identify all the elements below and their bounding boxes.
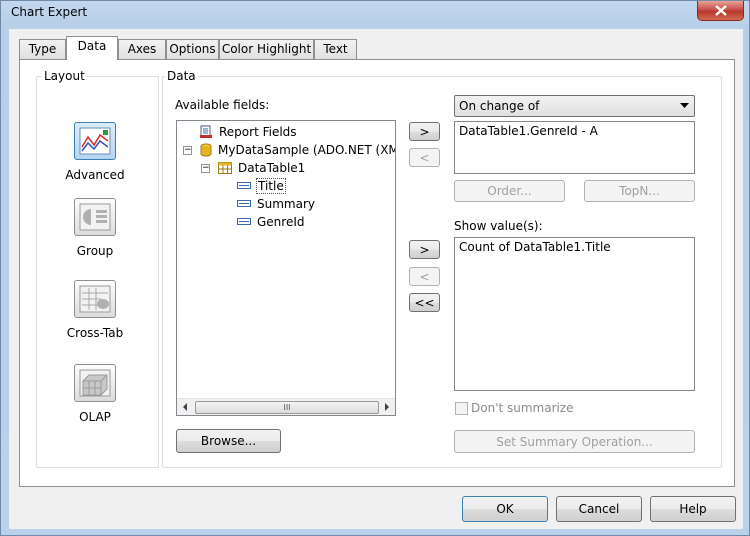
remove-value-button[interactable]: < [409, 267, 440, 286]
order-button[interactable]: Order... [454, 180, 565, 202]
close-icon [714, 5, 727, 16]
olap-chart-icon [74, 364, 116, 402]
window-title: Chart Expert [11, 5, 88, 19]
tree-item-summary[interactable]: Summary [237, 195, 315, 213]
dropdown-value: On change of [459, 99, 540, 113]
dialog-body: Type Data Axes Options Color Highlight T… [9, 29, 743, 529]
close-button[interactable] [697, 1, 744, 21]
layout-item-label: Cross-Tab [66, 326, 124, 340]
tree-item-label: Report Fields [219, 125, 297, 139]
layout-olap[interactable]: OLAP [45, 364, 145, 424]
data-tab-panel: Layout Advanced Group Cross-Tab OLAP Dat… [19, 59, 735, 487]
scroll-right-icon[interactable] [381, 399, 393, 415]
horizontal-scrollbar[interactable]: III [177, 398, 395, 415]
tree-item-title[interactable]: Title [237, 177, 286, 195]
layout-item-label: OLAP [79, 410, 111, 424]
remove-all-values-button[interactable]: << [409, 293, 440, 312]
tree-item-datatable1[interactable]: − DataTable1 [201, 159, 305, 177]
ok-button[interactable]: OK [462, 496, 548, 522]
cross-tab-chart-icon [74, 280, 116, 318]
data-group-label: Data [165, 69, 198, 83]
tree-item-label: Title [256, 178, 286, 194]
layout-advanced[interactable]: Advanced [45, 122, 145, 182]
scroll-left-icon[interactable] [179, 399, 191, 415]
dont-summarize-checkbox[interactable] [455, 402, 468, 415]
on-change-dropdown[interactable]: On change of [454, 95, 695, 117]
browse-button[interactable]: Browse... [176, 429, 281, 453]
layout-cross-tab[interactable]: Cross-Tab [45, 280, 145, 340]
list-item[interactable]: Count of DataTable1.Title [459, 240, 690, 254]
tree-item-report-fields[interactable]: Report Fields [199, 123, 297, 141]
show-values-label: Show value(s): [454, 219, 543, 233]
report-fields-icon [200, 125, 212, 138]
tree-item-label: MyDataSample (ADO.NET (XML)) [218, 143, 396, 157]
tab-type[interactable]: Type [19, 39, 66, 59]
available-fields-label: Available fields: [175, 98, 270, 112]
chart-expert-window: Chart Expert Type Data Axes Options Colo… [0, 0, 750, 536]
tree-item-datasource[interactable]: − MyDataSample (ADO.NET (XML)) [183, 141, 396, 159]
advanced-chart-icon [74, 122, 116, 160]
table-icon [218, 162, 232, 174]
dont-summarize-label: Don't summarize [471, 401, 574, 415]
help-button[interactable]: Help [650, 496, 736, 522]
tab-text[interactable]: Text [314, 39, 357, 59]
list-item[interactable]: DataTable1.GenreId - A [459, 124, 690, 138]
group-chart-icon [74, 198, 116, 236]
tab-label: Axes [127, 42, 157, 56]
layout-group-option[interactable]: Group [45, 198, 145, 258]
collapse-icon[interactable]: − [201, 163, 210, 173]
add-value-button[interactable]: > [409, 240, 440, 259]
tab-label: Options [169, 42, 216, 56]
set-summary-operation-button[interactable]: Set Summary Operation... [454, 430, 695, 453]
database-icon [200, 143, 212, 157]
field-icon [237, 218, 251, 225]
show-values-list[interactable]: Count of DataTable1.Title [454, 237, 695, 391]
tree-item-label: GenreId [257, 215, 305, 229]
layout-item-label: Group [76, 244, 114, 258]
collapse-icon[interactable]: − [183, 145, 192, 155]
scroll-thumb[interactable]: III [195, 401, 379, 414]
tree-item-label: DataTable1 [238, 161, 306, 175]
on-change-list[interactable]: DataTable1.GenreId - A [454, 121, 695, 174]
add-field-button[interactable]: > [409, 122, 440, 141]
field-icon [237, 182, 251, 189]
available-fields-tree[interactable]: Report Fields − MyDataSample (ADO.NET (X… [176, 120, 396, 416]
cancel-button[interactable]: Cancel [556, 496, 642, 522]
tab-label: Color Highlight [221, 42, 312, 56]
remove-field-button[interactable]: < [409, 148, 440, 167]
tree-item-label: Summary [257, 197, 315, 211]
tab-label: Type [28, 42, 57, 56]
topn-button[interactable]: TopN... [584, 180, 695, 202]
layout-group-label: Layout [42, 69, 87, 83]
tab-label: Data [77, 39, 107, 53]
tab-options[interactable]: Options [166, 39, 219, 59]
tree-item-genreid[interactable]: GenreId [237, 213, 305, 231]
tab-label: Text [323, 42, 348, 56]
tab-color-highlight[interactable]: Color Highlight [219, 39, 314, 59]
field-icon [237, 200, 251, 207]
tab-axes[interactable]: Axes [118, 39, 166, 59]
tab-data[interactable]: Data [66, 36, 118, 60]
chevron-down-icon [680, 103, 689, 108]
layout-item-label: Advanced [65, 168, 125, 182]
